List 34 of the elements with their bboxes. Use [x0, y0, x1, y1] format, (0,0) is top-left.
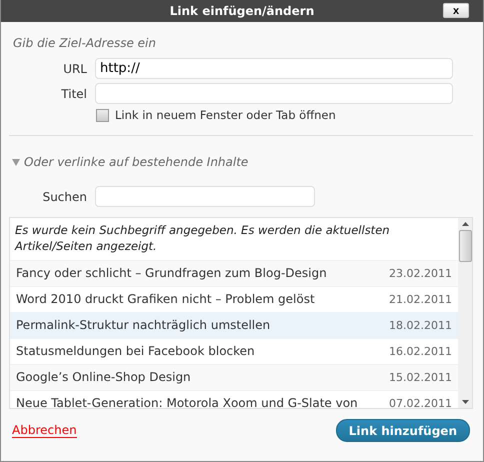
result-title: Fancy oder schlicht – Grundfragen zum Blog-Design: [16, 265, 327, 282]
cancel-link[interactable]: Abbrechen: [12, 423, 77, 438]
result-title: Google’s Online-Shop Design: [16, 369, 191, 386]
section-heading: Gib die Ziel-Adresse ein: [13, 36, 157, 50]
result-item[interactable]: Fancy oder schlicht – Grundfragen zum Blog-Design 23.02.2011: [10, 261, 458, 287]
result-date: 21.02.2011: [389, 292, 452, 308]
new-window-label: Link in neuem Fenster oder Tab öffnen: [115, 108, 336, 122]
add-link-button[interactable]: Link hinzufügen: [336, 419, 470, 442]
result-item[interactable]: Permalink-Struktur nachträglich umstellen 18.02.2011: [10, 313, 458, 339]
window-title: Link einfügen/ändern: [170, 4, 314, 18]
result-date: 07.02.2011: [389, 396, 452, 408]
result-date: 23.02.2011: [389, 266, 452, 282]
result-date: 15.02.2011: [389, 370, 452, 386]
result-title: Word 2010 druckt Grafiken nicht – Problem gelöst: [16, 291, 315, 308]
url-label: URL: [62, 62, 88, 76]
url-field[interactable]: http://: [95, 58, 453, 79]
search-field[interactable]: [95, 186, 315, 207]
search-label: Suchen: [42, 190, 88, 204]
close-button[interactable]: x: [443, 3, 469, 18]
new-window-checkbox[interactable]: [96, 108, 109, 122]
scroll-down-icon[interactable]: [462, 400, 468, 404]
result-title: Neue Tablet-Generation: Motorola Xoom und G-Slate von: [16, 395, 358, 408]
result-title: Statusmeldungen bei Facebook blocken: [16, 343, 255, 360]
expand-triangle-icon[interactable]: [12, 158, 20, 166]
scroll-up-icon[interactable]: [462, 222, 468, 226]
result-title: Permalink-Struktur nachträglich umstellen: [16, 317, 270, 334]
title-field[interactable]: [95, 83, 453, 104]
title-label: Titel: [60, 86, 88, 100]
result-date: 16.02.2011: [389, 344, 452, 360]
scrollbar[interactable]: [458, 218, 472, 408]
section-heading: Oder verlinke auf bestehende Inhalte: [24, 155, 248, 169]
scroll-thumb[interactable]: [458, 230, 472, 262]
result-item[interactable]: Google’s Online-Shop Design 15.02.2011: [10, 365, 458, 391]
result-date: 18.02.2011: [389, 318, 452, 334]
